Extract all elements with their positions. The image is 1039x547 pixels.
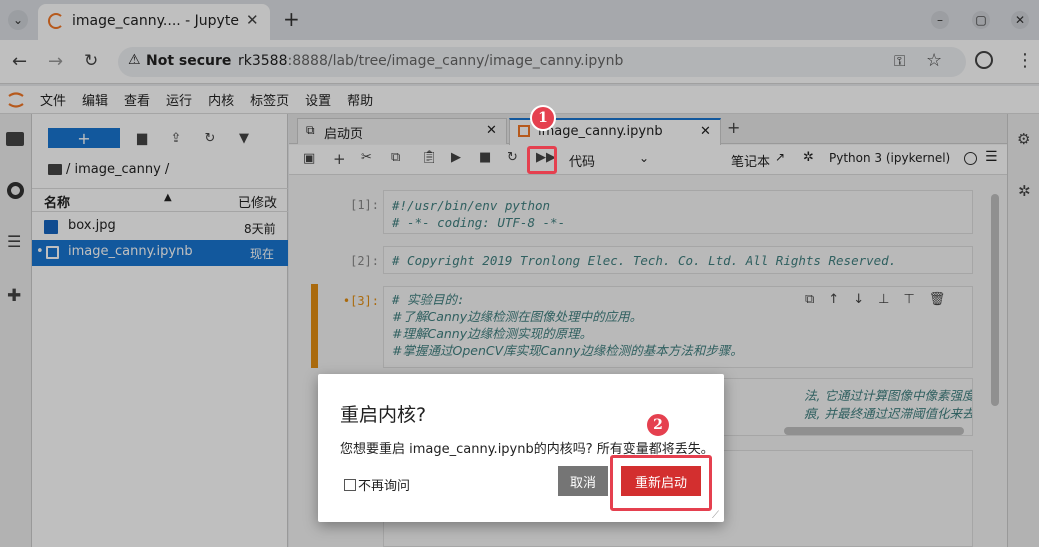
checkbox[interactable] (344, 478, 356, 491)
resize-handle-icon[interactable]: ⟋ (712, 510, 719, 521)
annotation-box-2 (610, 455, 712, 511)
annotation-badge-2: 2 (645, 412, 671, 438)
annotation-box-1 (527, 146, 557, 174)
checkbox-label: 不再询问 (358, 479, 411, 494)
dont-ask-again[interactable]: 不再询问 (344, 475, 410, 494)
dialog-title: 重启内核? (340, 404, 427, 426)
cancel-button[interactable]: 取消 (558, 466, 608, 496)
annotation-badge-1: 1 (530, 105, 556, 131)
